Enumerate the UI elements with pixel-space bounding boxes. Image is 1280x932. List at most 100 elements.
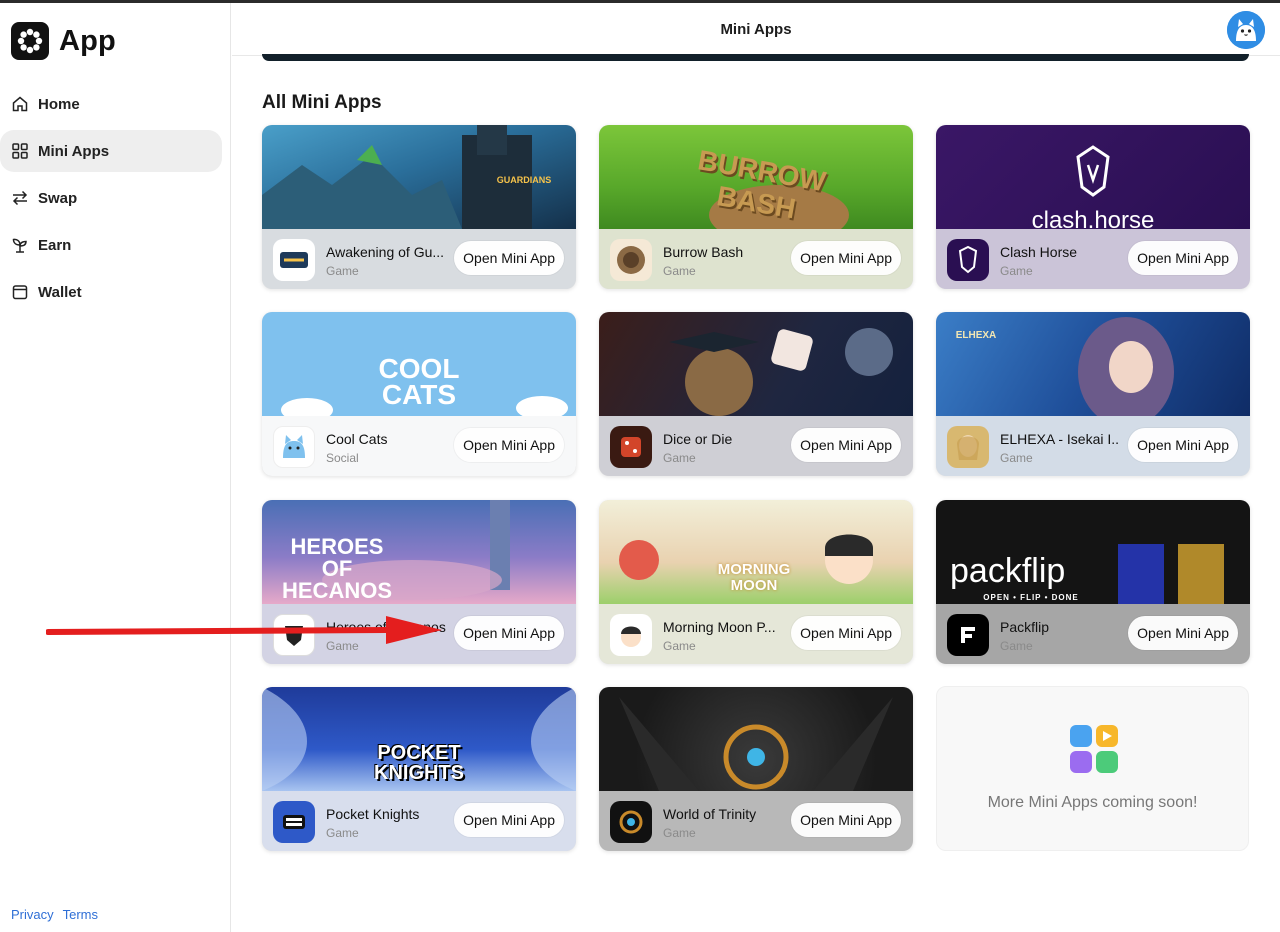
card-category: Game [663, 639, 696, 653]
sidebar-item-label: Mini Apps [38, 142, 110, 160]
card-name: Pocket Knights [326, 806, 420, 822]
card-art [599, 687, 913, 791]
open-mini-app-button[interactable]: Open Mini App [791, 428, 901, 462]
home-icon [12, 96, 28, 112]
card-info-bar: Pocket Knights Game Open Mini App [262, 791, 576, 851]
coming-soon-text: More Mini Apps coming soon! [987, 794, 1198, 811]
mini-app-card-awakening[interactable]: GUARDIANS Awakening of Gu... Game Open M… [262, 125, 576, 289]
card-name: ELHEXA - Isekai I... [1000, 431, 1120, 447]
card-info-bar: ELHEXA - Isekai I... Game Open Mini App [936, 416, 1250, 476]
sidebar-item-mini-apps[interactable]: Mini Apps [0, 130, 222, 172]
avatar[interactable] [1227, 11, 1265, 49]
card-info-bar: Cool Cats Social Open Mini App [262, 416, 576, 476]
terms-link[interactable]: Terms [63, 907, 98, 922]
open-mini-app-button[interactable]: Open Mini App [791, 241, 901, 275]
sidebar-item-label: Earn [38, 236, 72, 254]
card-art: ELHEXA [936, 312, 1250, 416]
open-mini-app-button[interactable]: Open Mini App [1128, 241, 1238, 275]
sidebar-item-label: Home [38, 95, 80, 113]
card-name: Packflip [1000, 619, 1050, 635]
world-of-trinity-app-icon [610, 801, 652, 843]
app-logo-icon [11, 22, 49, 60]
card-name: Burrow Bash [663, 244, 744, 260]
card-art: clash.horse [936, 125, 1250, 234]
mini-app-card-world-of-trinity[interactable]: World of Trinity Game Open Mini App [599, 687, 913, 851]
open-mini-app-button[interactable]: Open Mini App [1128, 428, 1238, 462]
cool-cats-app-icon [273, 426, 315, 468]
open-mini-app-button[interactable]: Open Mini App [454, 241, 564, 275]
open-mini-app-button[interactable]: Open Mini App [1128, 616, 1238, 650]
card-info-bar: Morning Moon P... Game Open Mini App [599, 604, 913, 664]
card-art-title: POCKET KNIGHTS [374, 742, 464, 784]
card-category: Game [663, 264, 696, 278]
mini-app-card-clash-horse[interactable]: clash.horse Clash Horse Game Open Mini A… [936, 125, 1250, 289]
sidebar-item-label: Swap [38, 189, 78, 207]
app-name: App [59, 24, 116, 57]
card-category: Game [326, 264, 359, 278]
card-art-title: GUARDIANS [496, 175, 552, 185]
open-mini-app-button[interactable]: Open Mini App [454, 428, 564, 462]
awakening-app-icon [273, 239, 315, 281]
card-art: GUARDIANS [262, 125, 576, 229]
wallet-icon [12, 285, 28, 300]
card-art: packflip OPEN • FLIP • DONE [936, 500, 1250, 604]
sprout-icon [12, 238, 27, 253]
open-mini-app-button[interactable]: Open Mini App [791, 616, 901, 650]
card-info-bar: Dice or Die Game Open Mini App [599, 416, 913, 476]
mini-app-card-burrow-bash[interactable]: BURROW BASH Burrow Bash Game Open Mini A… [599, 125, 913, 289]
open-mini-app-button[interactable]: Open Mini App [791, 803, 901, 837]
card-art: HEROES OF HECANOS [262, 500, 576, 604]
card-name: Dice or Die [663, 431, 733, 447]
card-art: BURROW BASH [599, 125, 913, 229]
card-category: Game [663, 826, 696, 840]
morning-moon-app-icon [610, 614, 652, 656]
mini-app-card-dice-or-die[interactable]: Dice or Die Game Open Mini App [599, 312, 913, 476]
coming-soon-card: More Mini Apps coming soon! [936, 686, 1249, 851]
section-title: All Mini Apps [262, 92, 382, 113]
card-info-bar: World of Trinity Game Open Mini App [599, 791, 913, 851]
sidebar-item-swap[interactable]: Swap [0, 177, 222, 219]
red-arrow-annotation [46, 616, 442, 644]
card-info-bar: Packflip Game Open Mini App [936, 604, 1250, 664]
open-mini-app-button[interactable]: Open Mini App [454, 803, 564, 837]
mini-app-card-packflip[interactable]: packflip OPEN • FLIP • DONE Packflip Gam… [936, 500, 1250, 664]
card-name: World of Trinity [663, 806, 757, 822]
dice-or-die-app-icon [610, 426, 652, 468]
top-header: Mini Apps [232, 3, 1280, 56]
card-art [599, 312, 913, 416]
card-art-title: HEROES OF HECANOS [282, 534, 393, 603]
sidebar-item-home[interactable]: Home [0, 83, 222, 125]
card-category: Game [1000, 639, 1033, 653]
open-mini-app-button[interactable]: Open Mini App [454, 616, 564, 650]
burrow-bash-app-icon [610, 239, 652, 281]
brand[interactable]: App [11, 22, 116, 60]
footer-links: Privacy Terms [11, 907, 98, 922]
sidebar-item-earn[interactable]: Earn [0, 224, 222, 266]
mini-apps-stack-icon [1070, 725, 1118, 773]
sidebar-item-label: Wallet [38, 283, 82, 301]
card-art-title: COOL CATS [378, 353, 460, 410]
clash-horse-app-icon [947, 239, 989, 281]
card-category: Game [1000, 264, 1033, 278]
page-title: Mini Apps [720, 21, 792, 38]
pocket-knights-app-icon [273, 801, 315, 843]
card-name: Clash Horse [1000, 244, 1078, 260]
cat-avatar-icon [1227, 11, 1265, 49]
mini-app-card-elhexa[interactable]: ELHEXA ELHEXA - Isekai I... Game Open Mi… [936, 312, 1250, 476]
card-art-subtitle: OPEN • FLIP • DONE [983, 593, 1079, 602]
card-art-title: packflip [950, 552, 1066, 590]
mini-app-card-pocket-knights[interactable]: POCKET KNIGHTS Pocket Knights Game Open … [262, 687, 576, 851]
privacy-link[interactable]: Privacy [11, 907, 54, 922]
card-name: Awakening of Gu... [326, 244, 445, 260]
grid-icon [12, 143, 28, 159]
sidebar-item-wallet[interactable]: Wallet [0, 271, 222, 313]
card-category: Game [663, 451, 696, 465]
card-art: POCKET KNIGHTS [262, 687, 576, 791]
mini-app-card-morning-moon[interactable]: MORNING MOON Morning Moon P... Game Open… [599, 500, 913, 664]
card-category: Social [326, 451, 359, 465]
card-name: Morning Moon P... [663, 619, 776, 635]
sidebar-nav: Home Mini Apps Swap Earn Wallet [0, 83, 231, 318]
elhexa-app-icon [947, 426, 989, 468]
card-info-bar: Clash Horse Game Open Mini App [936, 229, 1250, 289]
mini-app-card-cool-cats[interactable]: COOL CATS Cool Cats Social Open Mini App [262, 312, 576, 476]
